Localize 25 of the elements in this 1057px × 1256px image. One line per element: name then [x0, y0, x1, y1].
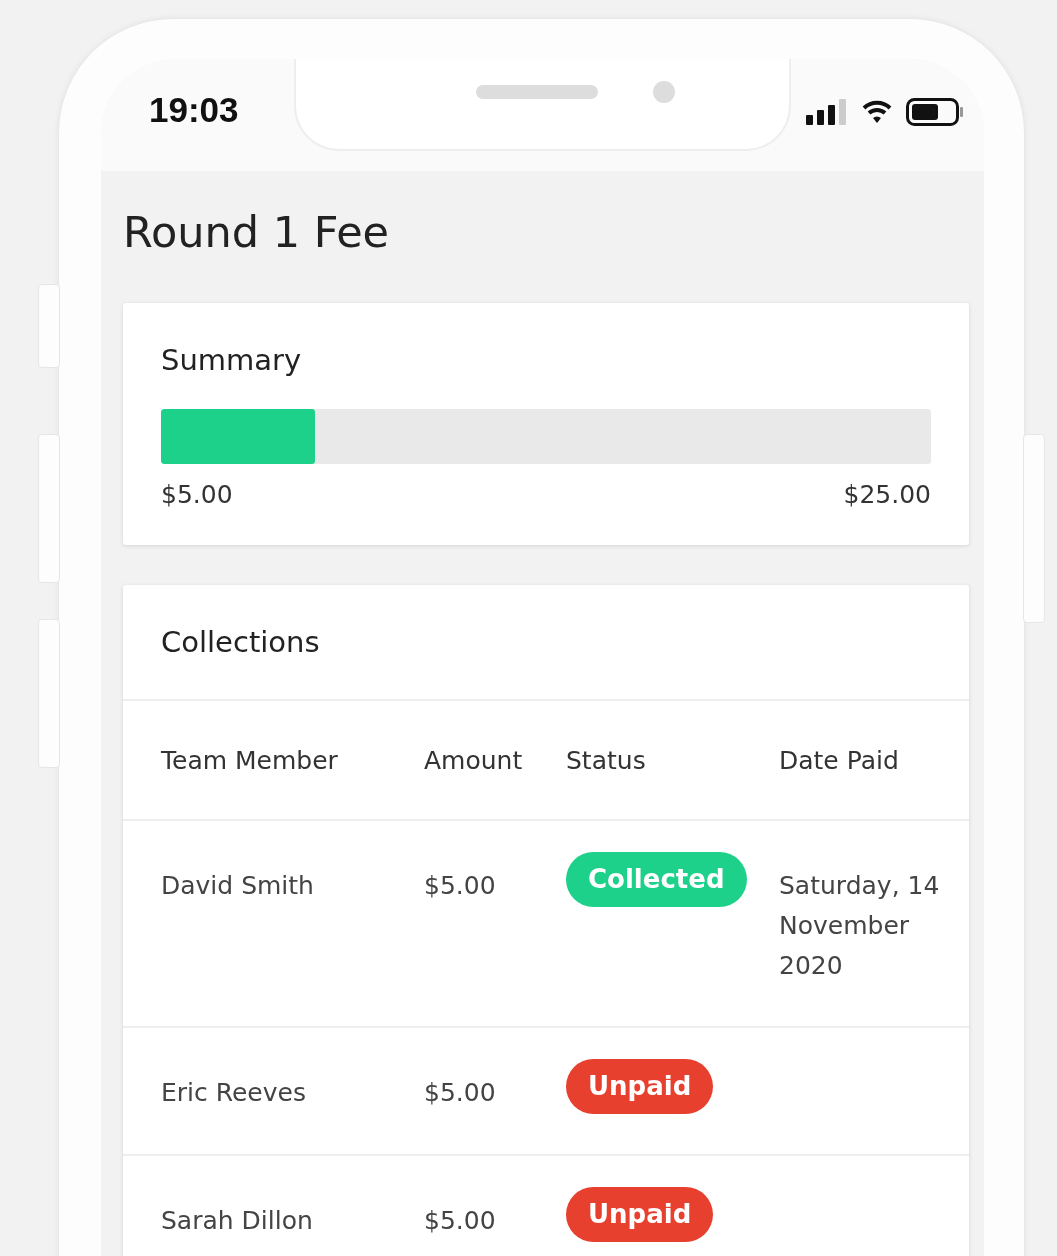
column-header: Amount — [424, 745, 524, 777]
card-title: Summary — [161, 343, 303, 377]
status-badge: Unpaid — [566, 1187, 714, 1242]
table-cell-text: $5.00 — [424, 1205, 497, 1237]
column-header: Status — [566, 745, 647, 777]
table-cell-text: Saturday, 14 November 2020 — [779, 870, 941, 982]
target-amount: $25.00 — [843, 480, 931, 509]
speaker-icon — [476, 85, 598, 99]
collected-amount: $5.00 — [161, 480, 233, 509]
wifi-icon — [862, 100, 892, 124]
table-cell-text: $5.00 — [424, 1077, 497, 1109]
column-header: Date Paid — [779, 745, 900, 777]
card-title: Collections — [161, 625, 321, 659]
table-cell-text: Eric Reeves — [161, 1077, 307, 1109]
column-header: Team Member — [161, 745, 339, 777]
table-cell-text: $5.00 — [424, 870, 497, 902]
camera-icon — [653, 81, 675, 103]
table-cell-text: David Smith — [161, 870, 315, 902]
battery-icon — [906, 98, 964, 126]
signal-icon — [806, 99, 848, 125]
status-badge: Unpaid — [566, 1059, 714, 1114]
page-title: Round 1 Fee — [123, 206, 391, 259]
table-cell-text: Sarah Dillon — [161, 1205, 314, 1237]
status-badge: Collected — [566, 852, 747, 907]
status-time: 19:03 — [149, 90, 239, 130]
